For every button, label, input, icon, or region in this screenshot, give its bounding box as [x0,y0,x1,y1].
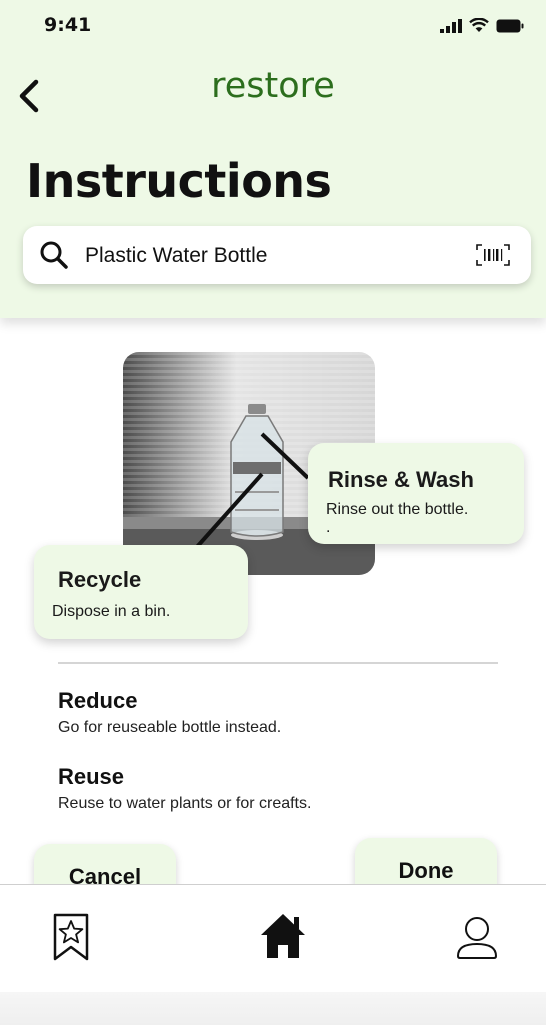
done-label: Done [398,858,454,883]
bookmark-star-icon[interactable] [53,913,89,961]
home-icon[interactable] [258,911,308,961]
tip-reduce-desc: Go for reuseable bottle instead. [58,719,282,736]
callout-rinse-wash[interactable]: Rinse & Wash Rinse out the bottle. . [308,443,524,544]
callout-recycle-title: Recycle [58,567,142,592]
tip-reuse-desc: Reuse to water plants or for creafts. [58,795,312,812]
tip-reduce-title: Reduce [58,688,138,713]
profile-icon[interactable] [454,915,500,961]
callout-rinse-title: Rinse & Wash [328,467,474,492]
footer-area [0,992,546,1025]
callout-rinse-extra: . [326,519,331,536]
callout-recycle[interactable]: Recycle Dispose in a bin. [34,545,248,639]
tab-bar [0,884,546,993]
callout-rinse-desc: Rinse out the bottle. [326,501,469,518]
divider [58,662,498,664]
tip-reuse-title: Reuse [58,764,125,789]
callout-recycle-desc: Dispose in a bin. [52,603,171,620]
